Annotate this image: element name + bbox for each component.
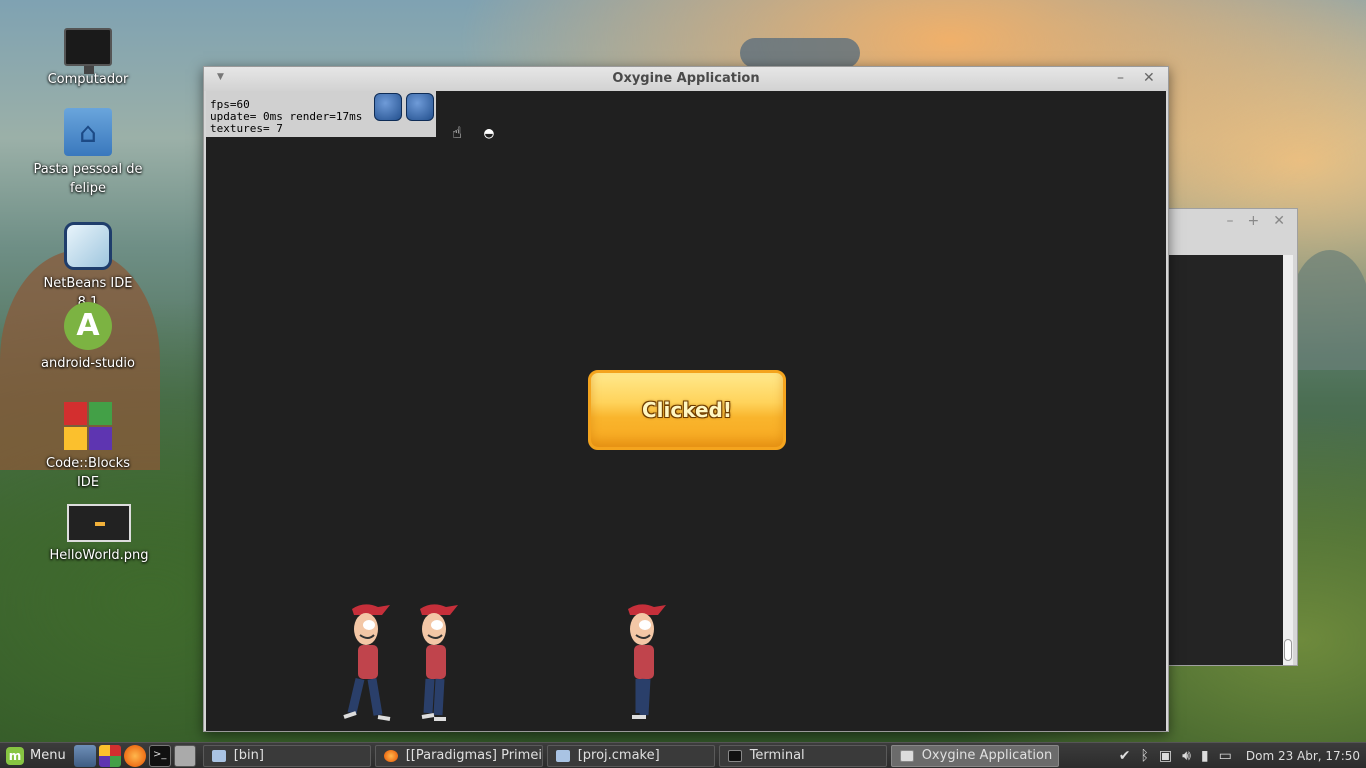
desktop-icon-codeblocks[interactable]: Code::Blocks IDE [33, 402, 143, 492]
scrollbar-thumb[interactable] [1284, 639, 1292, 661]
touch-debug-button[interactable]: ☝ [374, 93, 462, 142]
taskbar: m Menu >_ [bin] [[Paradigmas] Primei... … [0, 742, 1366, 768]
codeblocks-launcher-icon[interactable] [98, 744, 121, 767]
firefox-icon [383, 749, 398, 762]
system-tray: ✔ ᛒ ▣ 🔊︎ ▮ ▭ Dom 23 Abr, 17:50 [1119, 748, 1366, 764]
taskbar-item-oxygine[interactable]: Oxygine Application [890, 744, 1059, 767]
desktop-icon-label: android-studio [41, 356, 135, 371]
desktop-icon-home-folder[interactable]: Pasta pessoal de felipe [33, 108, 143, 198]
tree-inspector-button[interactable]: ◓ [406, 93, 494, 142]
desktop-icon-label: HelloWorld.png [49, 548, 149, 563]
window-icon [899, 749, 914, 762]
oxygine-window[interactable]: ▼ Oxygine Application – ✕ fps=60 update=… [203, 66, 1169, 732]
walking-character-sprite [420, 604, 458, 721]
background-window-titlebar[interactable]: – + ✕ [1169, 209, 1297, 235]
start-menu-label: Menu [30, 748, 66, 763]
home-folder-icon [64, 108, 112, 156]
netbeans-icon [64, 222, 112, 270]
taskbar-item-label: [bin] [233, 748, 264, 763]
desktop-icon-label: Pasta pessoal de felipe [33, 162, 143, 196]
taskbar-item-firefox[interactable]: [[Paradigmas] Primei... [374, 744, 543, 767]
firefox-launcher-icon[interactable] [123, 744, 146, 767]
linux-mint-icon: m [6, 746, 24, 765]
debug-stats-panel: fps=60 update= 0ms render=17ms textures=… [206, 91, 494, 142]
taskbar-item-label: Terminal [749, 748, 805, 763]
background-window[interactable]: – + ✕ [1168, 208, 1298, 666]
android-studio-icon [64, 302, 112, 350]
clock[interactable]: Dom 23 Abr, 17:50 [1246, 749, 1360, 763]
desktop-icon-label: Code::Blocks IDE [46, 456, 130, 490]
close-button[interactable]: ✕ [1273, 213, 1285, 235]
monitor-icon [64, 28, 112, 74]
show-desktop-icon[interactable] [73, 744, 96, 767]
desktop-icon-helloworld-png[interactable]: HelloWorld.png [44, 496, 154, 565]
wallpaper-mountain [1290, 250, 1366, 370]
walking-character-sprite [343, 604, 391, 721]
clicked-button[interactable]: Clicked! [588, 370, 786, 450]
walking-character-sprite [628, 604, 666, 719]
desktop-icon-android-studio[interactable]: android-studio [33, 302, 143, 373]
game-canvas[interactable]: fps=60 update= 0ms render=17ms textures=… [206, 91, 1166, 731]
wallpaper-cloud [740, 38, 860, 68]
signal-icon[interactable]: ▮ [1201, 748, 1209, 764]
network-icon[interactable]: ▣ [1159, 748, 1172, 764]
window-titlebar[interactable]: ▼ Oxygine Application – ✕ [204, 67, 1168, 91]
start-menu-button[interactable]: m Menu [0, 743, 74, 768]
minimize-button[interactable]: – [1227, 213, 1234, 235]
image-file-icon [67, 504, 131, 542]
maximize-button[interactable]: + [1248, 213, 1260, 235]
desktop-icon-computer[interactable]: Computador [33, 22, 143, 89]
window-title: Oxygine Application [612, 71, 760, 86]
volume-icon[interactable]: 🔊︎ [1182, 748, 1191, 764]
bluetooth-icon[interactable]: ᛒ [1140, 748, 1148, 764]
terminal-launcher-icon[interactable]: >_ [148, 744, 171, 767]
folder-icon [555, 749, 570, 762]
taskbar-item-label: [[Paradigmas] Primei... [405, 748, 543, 763]
background-window-content [1169, 255, 1283, 665]
helmet-icon: ◓ [484, 123, 494, 142]
taskbar-item-proj-cmake[interactable]: [proj.cmake] [546, 744, 715, 767]
desktop-icon-netbeans[interactable]: NetBeans IDE 8.1 [33, 222, 143, 312]
scrollbar[interactable] [1283, 255, 1293, 665]
terminal-icon [727, 749, 742, 762]
minimize-button[interactable]: – [1117, 70, 1124, 86]
taskbar-item-bin[interactable]: [bin] [202, 744, 371, 767]
shield-check-icon[interactable]: ✔ [1119, 748, 1131, 764]
taskbar-item-label: [proj.cmake] [577, 748, 660, 763]
taskbar-item-terminal[interactable]: Terminal [718, 744, 887, 767]
taskbar-item-label: Oxygine Application [921, 748, 1053, 763]
battery-icon[interactable]: ▭ [1219, 748, 1232, 764]
close-button[interactable]: ✕ [1143, 70, 1155, 86]
folder-icon [211, 749, 226, 762]
window-launcher-icon[interactable] [173, 744, 196, 767]
codeblocks-icon [64, 402, 112, 450]
